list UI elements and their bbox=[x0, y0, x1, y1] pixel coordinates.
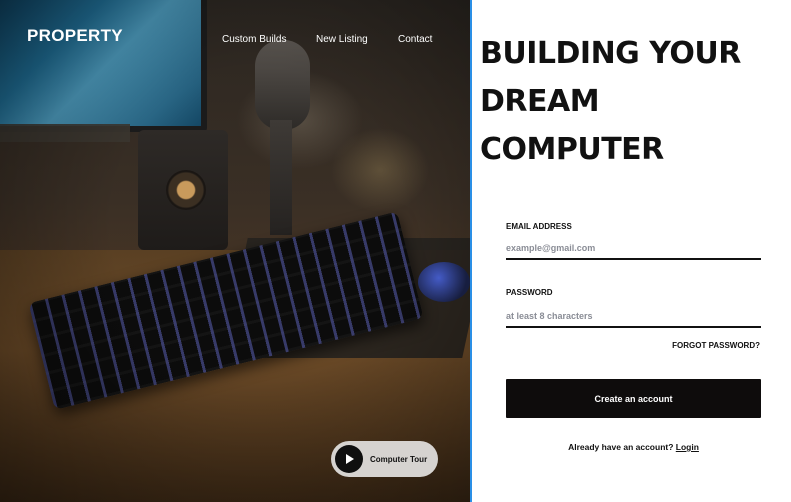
forgot-password-link[interactable]: FORGOT PASSWORD? bbox=[672, 341, 760, 350]
email-field[interactable] bbox=[506, 238, 761, 260]
hero-image bbox=[0, 0, 470, 502]
login-link[interactable]: Login bbox=[676, 442, 699, 452]
create-account-button[interactable]: Create an account bbox=[506, 379, 761, 418]
nav-link-contact[interactable]: Contact bbox=[398, 34, 432, 45]
nav-link-custom-builds[interactable]: Custom Builds bbox=[222, 34, 286, 45]
computer-tour-label: Computer Tour bbox=[370, 454, 428, 464]
play-icon bbox=[335, 445, 363, 473]
headline-line-2: DREAM COMPUTER bbox=[480, 84, 664, 167]
password-field[interactable] bbox=[506, 306, 761, 328]
computer-tour-button[interactable]: Computer Tour bbox=[331, 441, 438, 477]
hero-vignette bbox=[0, 0, 470, 502]
nav-link-new-listing[interactable]: New Listing bbox=[316, 34, 368, 45]
password-label: PASSWORD bbox=[506, 288, 553, 297]
signin-prompt: Already have an account? bbox=[568, 442, 674, 452]
headline-line-1: BUILDING YOUR bbox=[480, 36, 741, 71]
panel-divider bbox=[470, 0, 472, 502]
email-label: EMAIL ADDRESS bbox=[506, 222, 572, 231]
brand-logo[interactable]: PROPERTY bbox=[27, 26, 123, 46]
signin-row: Already have an account? Login bbox=[506, 442, 761, 452]
page-headline: BUILDING YOUR DREAM COMPUTER bbox=[480, 30, 791, 174]
